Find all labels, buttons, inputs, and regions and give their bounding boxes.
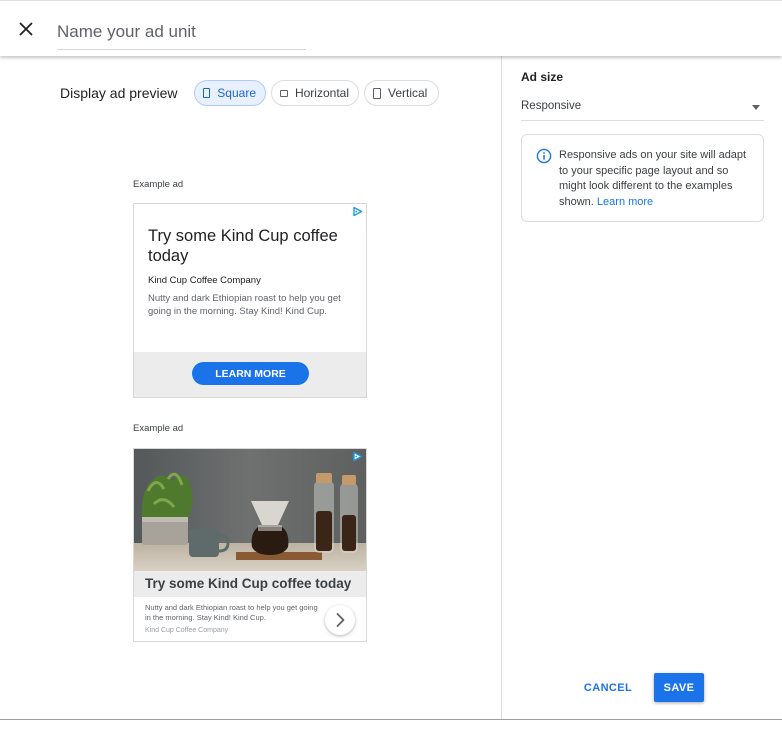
learn-more-link[interactable]: Learn more [597,196,653,208]
adchoices-icon[interactable] [352,206,363,217]
bottom-divider [0,719,782,720]
close-icon [19,22,33,36]
ad-size-selected-value: Responsive [521,100,582,112]
ad-description: Nutty and dark Ethiopian roast to help y… [148,293,341,317]
example-ad-label: Example ad [133,423,184,434]
responsive-info-box: Responsive ads on your site will adapt t… [521,134,764,222]
ad-size-panel: Ad size Responsive Responsive ads on you… [501,56,782,720]
chevron-right-icon [336,613,345,627]
format-chip-label: Square [217,86,256,100]
format-chip-square[interactable]: Square [194,80,266,106]
ad-next-button[interactable] [325,605,355,635]
info-icon [536,148,552,164]
responsive-info-text: Responsive ads on your site will adapt t… [559,148,757,210]
example-ad-square[interactable]: Try some Kind Cup coffee today Kind Cup … [133,203,367,398]
learn-more-button[interactable]: LEARN MORE [192,362,309,385]
ad-unit-name-field[interactable] [57,16,306,50]
square-icon [203,88,211,98]
ad-size-dropdown[interactable]: Responsive [521,94,764,121]
save-button[interactable]: SAVE [654,673,704,702]
format-chip-vertical[interactable]: Vertical [364,80,439,106]
example-ad-image[interactable]: Try some Kind Cup coffee today Nutty and… [133,448,367,642]
example-ad-label: Example ad [133,179,184,190]
ad-description: Nutty and dark Ethiopian roast to help y… [145,603,318,622]
vertical-rectangle-icon [373,87,381,99]
ad-headline: Try some Kind Cup coffee today [145,576,352,591]
horizontal-rectangle-icon [280,89,288,97]
ad-cta-area: LEARN MORE [134,352,366,397]
format-chip-label: Horizontal [294,86,349,100]
ad-unit-name-input[interactable] [57,16,306,48]
ad-size-label: Ad size [521,70,564,84]
format-chip-horizontal[interactable]: Horizontal [271,80,359,106]
coffee-product-image [134,449,366,571]
ad-headline: Try some Kind Cup coffee today [148,227,338,265]
ad-headline-bar: Try some Kind Cup coffee today [134,571,366,597]
adchoices-icon[interactable] [352,451,363,462]
top-bar [0,0,782,56]
close-button[interactable] [14,17,38,41]
dropdown-arrow-icon [752,105,760,110]
preview-pane: Display ad preview Square Horizontal Ver… [0,56,501,720]
ad-advertiser: Kind Cup Coffee Company [148,275,261,286]
ad-advertiser: Kind Cup Coffee Company [145,627,229,634]
cancel-button[interactable]: CANCEL [579,674,637,702]
preview-label: Display ad preview [60,85,178,101]
format-chip-label: Vertical [388,86,428,100]
